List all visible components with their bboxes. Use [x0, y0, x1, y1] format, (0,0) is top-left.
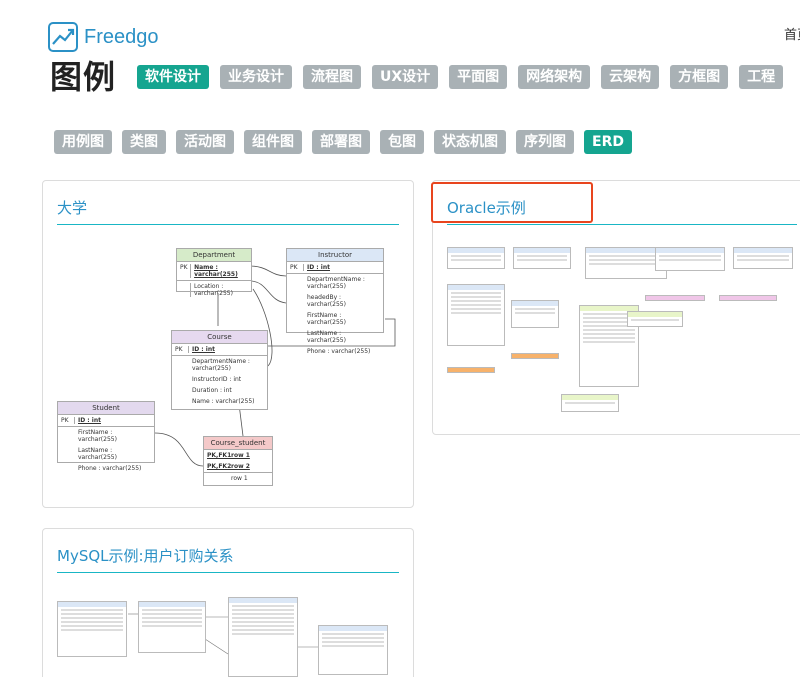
category-tab-business[interactable]: 业务设计	[220, 65, 292, 89]
selection-highlight	[431, 182, 593, 223]
card-divider	[447, 224, 797, 225]
subtab-deployment[interactable]: 部署图	[312, 130, 370, 154]
diagram-thumbnail-table	[513, 247, 571, 269]
field-last-name: LastName : varchar(255)	[307, 330, 346, 344]
category-tab-flowchart[interactable]: 流程图	[303, 65, 361, 89]
table-row: PK ID : int	[287, 262, 383, 273]
subtab-package[interactable]: 包图	[380, 130, 424, 154]
subtab-usecase[interactable]: 用例图	[54, 130, 112, 154]
student-table[interactable]: Student PK ID : int FirstName : varchar(…	[57, 401, 155, 472]
field-headed-by: headedBy : varchar(255)	[307, 294, 346, 308]
example-card-university[interactable]: 大学 Department PK Name : varchar(255) Loc…	[42, 180, 414, 508]
category-tab-floorplan[interactable]: 平面图	[449, 65, 508, 89]
subtab-sequence[interactable]: 序列图	[516, 130, 574, 154]
table-row: row 1	[204, 472, 272, 484]
field-row-2: row 2	[231, 463, 250, 470]
category-tabs: 软件设计 业务设计 流程图 UX设计 平面图 网络架构 云架构 方框图 工程	[137, 65, 784, 89]
field-location: Location : varchar(255)	[194, 283, 233, 297]
field-row-1: row 1	[231, 452, 250, 459]
department-table[interactable]: Department PK Name : varchar(255) Locati…	[176, 248, 252, 297]
field-last-name: LastName : varchar(255)	[78, 447, 117, 461]
field-instructor-id: InstructorID : int	[192, 376, 242, 383]
field-first-name: FirstName : varchar(255)	[307, 312, 346, 326]
subtab-activity[interactable]: 活动图	[176, 130, 234, 154]
pk-label: PK	[180, 264, 192, 278]
subtab-erd[interactable]: ERD	[584, 130, 632, 154]
table-row: PK ID : int	[58, 415, 154, 426]
field-name: Name : varchar(255)	[192, 398, 255, 405]
table-row: PK Name : varchar(255)	[177, 262, 251, 280]
key-label: PK,FK2	[207, 463, 232, 470]
table-row: PK ID : int	[172, 344, 267, 355]
diagram-thumbnail-table	[57, 601, 127, 657]
table-row: PK,FK1 row 1	[204, 450, 272, 461]
field-name: Name : varchar(255)	[194, 264, 238, 278]
page-title: 图例	[50, 58, 117, 96]
pk-label: PK	[290, 264, 304, 271]
diagram-thumbnail-table	[447, 247, 505, 269]
diagram-thumbnail-table	[511, 300, 559, 328]
category-tab-ux[interactable]: UX设计	[372, 65, 439, 89]
diagram-thumbnail-table	[447, 367, 495, 373]
field-duration: Duration : int	[192, 387, 232, 394]
brand-name: Freedgo	[84, 25, 159, 48]
diagram-thumbnail-table	[645, 295, 705, 301]
key-label: PK,FK1	[207, 452, 232, 459]
chart-logo-icon	[48, 22, 78, 52]
category-tab-block[interactable]: 方框图	[670, 65, 729, 89]
example-card-mysql[interactable]: MySQL示例:用户订购关系	[42, 528, 414, 677]
subtab-statemachine[interactable]: 状态机图	[434, 130, 506, 154]
diagram-thumbnail-table	[318, 625, 388, 675]
freedgo-logo[interactable]: Freedgo	[48, 22, 159, 52]
field-phone: Phone : varchar(255)	[307, 348, 371, 355]
course-table[interactable]: Course PK ID : int DepartmentName : varc…	[171, 330, 268, 410]
diagram-thumbnail-table	[627, 311, 683, 327]
table-header: Course	[172, 331, 267, 344]
table-row: PK,FK2 row 2	[204, 461, 272, 472]
table-header: Instructor	[287, 249, 383, 262]
diagram-thumbnail-table	[719, 295, 777, 301]
category-tab-engineering[interactable]: 工程	[739, 65, 784, 89]
field-id: ID : int	[78, 417, 101, 424]
subcategory-tabs: 用例图 类图 活动图 组件图 部署图 包图 状态机图 序列图 ERD	[54, 130, 632, 154]
pk-label: PK	[61, 417, 75, 424]
diagram-thumbnail-table	[655, 247, 725, 271]
category-tab-cloud[interactable]: 云架构	[601, 65, 660, 89]
diagram-thumbnail-table	[228, 597, 298, 677]
table-header: Student	[58, 402, 154, 415]
diagram-thumbnail-table	[733, 247, 793, 269]
home-link[interactable]: 首页	[784, 24, 800, 43]
table-row: Location : varchar(255)	[177, 280, 251, 299]
category-tab-network[interactable]: 网络架构	[518, 65, 591, 89]
diagram-thumbnail-table	[447, 284, 505, 346]
diagram-thumbnail-table	[138, 601, 206, 653]
instructor-table[interactable]: Instructor PK ID : int DepartmentName : …	[286, 248, 384, 355]
field-id: ID : int	[307, 264, 330, 271]
diagram-thumbnail-table	[511, 353, 559, 359]
table-header: Department	[177, 249, 251, 262]
field-phone: Phone : varchar(255)	[78, 465, 142, 472]
diagram-thumbnail-table	[561, 394, 619, 412]
subtab-component[interactable]: 组件图	[244, 130, 302, 154]
field-department-name: DepartmentName : varchar(255)	[192, 358, 250, 372]
pk-label: PK	[175, 346, 189, 353]
field-department-name: DepartmentName : varchar(255)	[307, 276, 365, 290]
field-first-name: FirstName : varchar(255)	[78, 429, 117, 443]
field-id: ID : int	[192, 346, 215, 353]
table-header: Course_student	[204, 437, 272, 450]
subtab-class[interactable]: 类图	[122, 130, 166, 154]
field-row-3: row 1	[231, 475, 248, 482]
course-student-table[interactable]: Course_student PK,FK1 row 1 PK,FK2 row 2…	[203, 436, 273, 486]
category-tab-software[interactable]: 软件设计	[137, 65, 209, 89]
